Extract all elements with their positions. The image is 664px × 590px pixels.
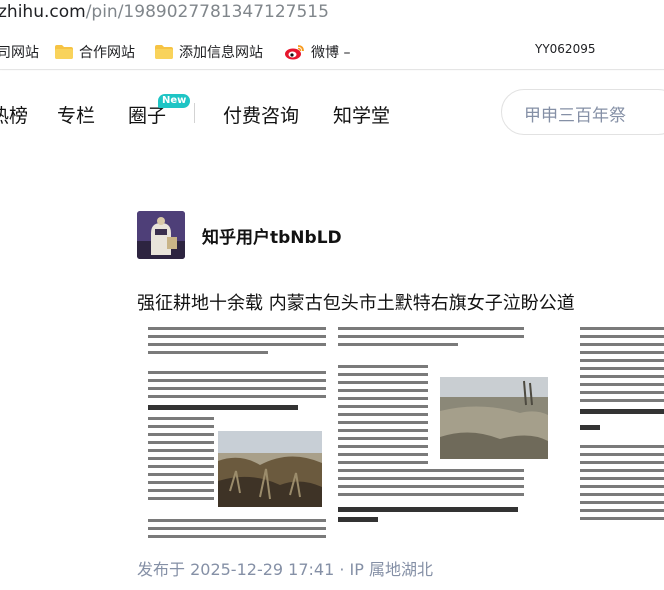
nav-item-hot[interactable]: 热榜 [0, 101, 28, 128]
nav-item-zhixuetang[interactable]: 知学堂 [333, 101, 390, 128]
bookmark-item-3[interactable]: 微博 – [285, 42, 350, 62]
bookmark-label: 合作网站 [79, 45, 135, 61]
bookmark-code[interactable]: YY062095 [535, 42, 595, 56]
field-photo [218, 431, 322, 507]
post-card: 知乎用户tbNbLD 强征耕地十余载 内蒙古包头市土默特右旗女子泣盼公道 发布于… [0, 153, 664, 590]
author-name[interactable]: 知乎用户tbNbLD [202, 223, 342, 248]
bookmark-item-2[interactable]: 添加信息网站 [155, 42, 263, 62]
new-badge: New [158, 94, 191, 108]
url-path: /pin/1989027781347127515 [85, 2, 329, 22]
search-placeholder: 甲申三百年祭 [524, 106, 626, 126]
document-image[interactable] [140, 321, 664, 541]
weibo-icon [285, 44, 305, 60]
post-title: 强征耕地十余载 内蒙古包头市土默特右旗女子泣盼公道 [137, 293, 575, 314]
search-input[interactable]: 甲申三百年祭 [501, 89, 664, 135]
document-preview [148, 327, 664, 538]
bookmark-label: 添加信息网站 [179, 45, 263, 61]
bookmark-label: 司网站 [0, 45, 39, 61]
bookmark-item-1[interactable]: 合作网站 [55, 42, 135, 62]
folder-icon [55, 45, 73, 59]
bookmark-item-0[interactable]: 司网站 [0, 42, 39, 62]
land-photo [440, 377, 548, 459]
bookmark-label: 微博 – [311, 45, 351, 61]
address-bar[interactable]: zhihu.com/pin/1989027781347127515 [0, 0, 664, 30]
url-host: zhihu.com [0, 2, 86, 22]
url-text[interactable]: zhihu.com/pin/1989027781347127515 [0, 2, 329, 22]
nav-item-columns[interactable]: 专栏 [57, 101, 95, 128]
avatar[interactable] [137, 211, 185, 259]
bookmarks-bar: 司网站 合作网站 添加信息网站 微博 – YY062095 [0, 30, 664, 70]
folder-icon [155, 45, 173, 59]
post-meta: 发布于 2025-12-29 17:41 · IP 属地湖北 [137, 560, 433, 579]
site-header: 热榜 专栏 圈子 New 付费咨询 知学堂 甲申三百年祭 [0, 71, 664, 153]
nav-item-paid-consult[interactable]: 付费咨询 [223, 101, 299, 128]
nav-divider [194, 103, 195, 123]
